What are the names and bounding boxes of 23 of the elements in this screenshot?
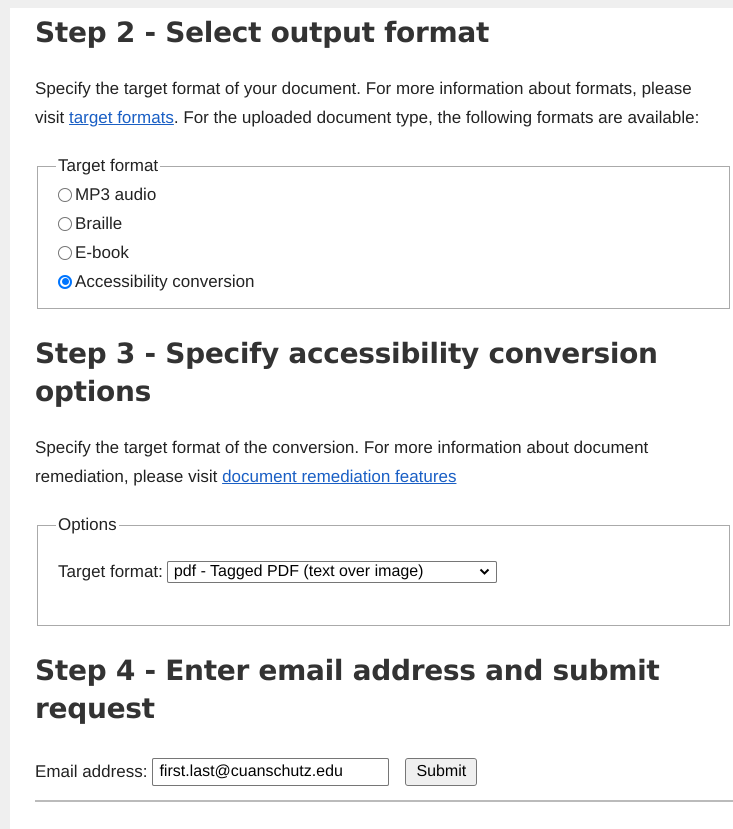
radio-button[interactable] <box>58 216 72 230</box>
help-link[interactable]: document remediation features <box>222 467 456 486</box>
radio-label[interactable]: E-book <box>75 242 129 262</box>
instruction-text: Specify the target format of the conversion. For more information about document remediation, please visit document remediation features <box>35 437 650 488</box>
field-label: Email address: <box>35 762 148 782</box>
radio-button[interactable] <box>58 246 72 260</box>
radio-button[interactable] <box>58 188 72 202</box>
chevron-down-icon <box>478 568 490 576</box>
field-label: Target format: <box>58 562 163 582</box>
group-legend: Options <box>56 515 119 535</box>
instruction-text: Specify the target format of your document. For more information about formats, please visit target formats. For the uploaded document type, the following formats are available: <box>35 78 700 129</box>
section-heading: Step 2 - Select output format <box>35 15 490 51</box>
radio-button[interactable] <box>58 274 72 288</box>
radio-label[interactable]: Braille <box>75 214 122 234</box>
format-dropdown[interactable]: pdf - Tagged PDF (text over image) <box>166 561 497 583</box>
submit-button[interactable]: Submit <box>405 758 478 786</box>
section-heading: Step 3 - Specify accessibility conversion options <box>35 336 659 410</box>
radio-label[interactable]: Accessibility conversion <box>75 272 255 292</box>
section-heading: Step 4 - Enter email address and submit request <box>35 653 661 727</box>
group-legend: Target format <box>56 156 160 176</box>
help-link[interactable]: target formats <box>69 108 174 127</box>
radio-label[interactable]: MP3 audio <box>75 184 156 204</box>
email-field[interactable]: first.last@cuanschutz.edu <box>152 758 390 786</box>
